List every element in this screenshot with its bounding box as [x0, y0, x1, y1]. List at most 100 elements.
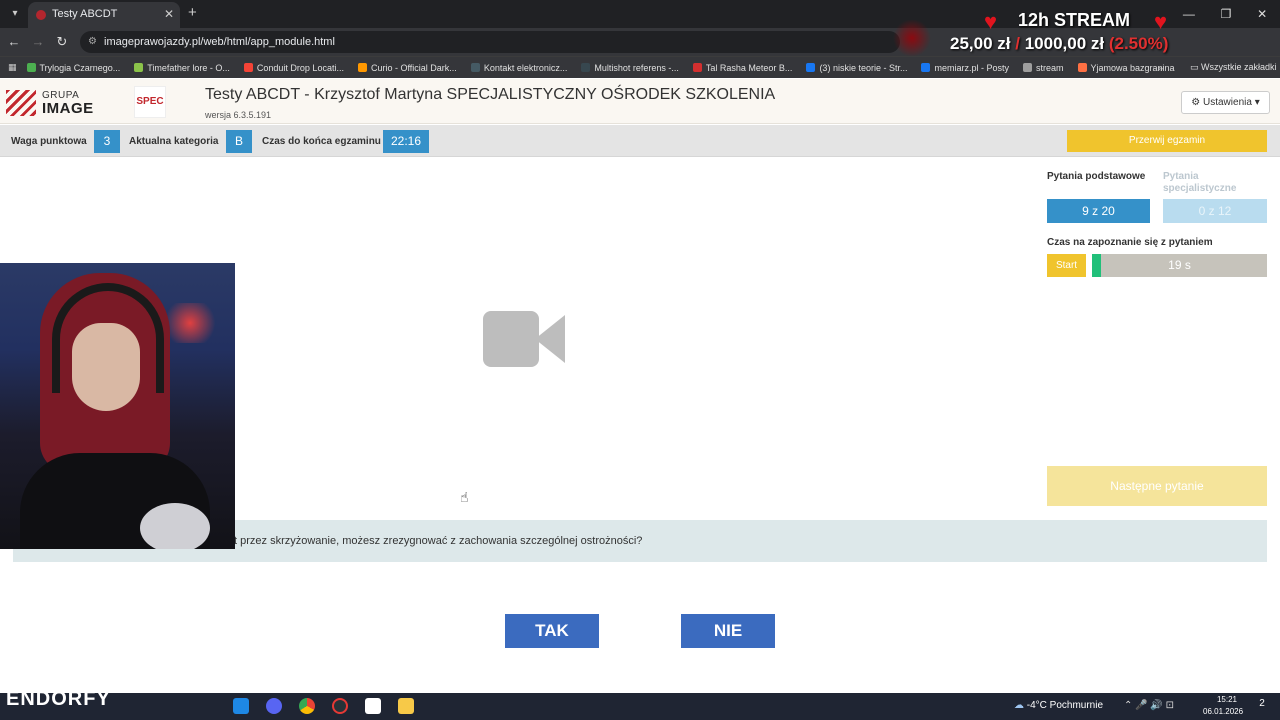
- basic-questions-label: Pytania podstawowe: [1047, 171, 1146, 182]
- notifications-icon[interactable]: 2: [1252, 698, 1272, 714]
- bookmark-label: stream: [1035, 62, 1064, 73]
- endorfy-logo: ENDORFY: [6, 688, 111, 710]
- caret-down-icon: ▾: [1254, 97, 1260, 108]
- bookmark-label: memiarz.pl - Posty: [934, 62, 1009, 73]
- system-tray[interactable]: ⌃ 🎤 🔊 ⊡: [1124, 700, 1174, 711]
- category-label: Aktualna kategoria: [129, 136, 219, 147]
- bookmark-item[interactable]: Curio - Official Dark...: [357, 62, 457, 73]
- volume-icon[interactable]: 🔊: [1150, 700, 1162, 711]
- bookmark-item[interactable]: Conduit Drop Locati...: [243, 62, 344, 73]
- discord-icon[interactable]: [266, 698, 282, 714]
- headphones-icon: [52, 283, 164, 393]
- bookmark-item[interactable]: Kontakt elektronicz...: [470, 62, 568, 73]
- time-left-label: Czas do końca egzaminu: [262, 136, 381, 147]
- bookmark-favicon-icon: [806, 63, 816, 72]
- bookmark-favicon-icon: [26, 63, 36, 72]
- hand-cursor-icon: ☝: [460, 489, 469, 505]
- all-bookmarks-label: Wszystkie zakładki: [1201, 62, 1277, 72]
- video-camera-icon: [483, 311, 565, 367]
- more-bookmarks-icon[interactable]: »: [1158, 63, 1163, 73]
- app-icon[interactable]: [365, 698, 381, 714]
- bookmark-label: Conduit Drop Locati...: [256, 62, 344, 73]
- site-info-icon[interactable]: ⚙: [88, 31, 97, 53]
- bookmark-item[interactable]: Multishot referens -...: [581, 63, 679, 73]
- tab-title: Testy ABCDT: [52, 8, 118, 20]
- obs-icon[interactable]: [332, 698, 348, 714]
- specialist-questions-label: Pytania specjalistyczne: [1163, 171, 1237, 194]
- chrome-icon[interactable]: [299, 698, 315, 714]
- settings-label: Ustawienia: [1203, 97, 1252, 108]
- bookmark-favicon-icon: [692, 63, 702, 72]
- stream-percent: (2.50%): [1108, 34, 1169, 53]
- back-icon[interactable]: ←: [6, 34, 22, 50]
- notifications-count: 2: [1259, 698, 1265, 709]
- file-explorer-icon[interactable]: [398, 698, 414, 714]
- bookmark-label: Trylogia Czarnego...: [39, 62, 121, 73]
- stream-title: 12h STREAM: [1018, 10, 1131, 30]
- clock-time[interactable]: 15:21: [1212, 695, 1242, 704]
- overlay-glow: [892, 20, 932, 56]
- time-left-value: 22:16: [383, 130, 429, 153]
- next-question-button[interactable]: Następne pytanie: [1047, 466, 1267, 506]
- all-bookmarks-folder[interactable]: ▭ Wszystkie zakładki: [1190, 62, 1277, 73]
- microphone-icon[interactable]: 🎤: [1135, 700, 1147, 711]
- clock-date[interactable]: 06.01.2026: [1203, 707, 1243, 716]
- webcam-object: [140, 503, 210, 549]
- tray-chevron-icon[interactable]: ⌃: [1124, 700, 1132, 711]
- no-answer-button[interactable]: NIE: [681, 614, 775, 648]
- bookmark-item[interactable]: Tal Rasha Meteor B...: [692, 62, 793, 73]
- bookmark-item[interactable]: Timefather lore - O...: [134, 63, 230, 73]
- bookmark-item[interactable]: memiarz.pl - Posty: [921, 63, 1009, 73]
- bookmark-item[interactable]: (3) niskie teorie - Str...: [806, 63, 907, 73]
- stream-amount-current: 25,00 zł: [950, 34, 1011, 53]
- webcam-overlay: [0, 263, 235, 549]
- network-icon[interactable]: ⊡: [1166, 700, 1174, 711]
- folder-icon: ▭: [1190, 62, 1199, 72]
- bookmark-item[interactable]: stream: [1022, 62, 1064, 73]
- bookmark-label: Tal Rasha Meteor B...: [705, 62, 793, 73]
- new-tab-icon[interactable]: +: [188, 4, 204, 22]
- bookmark-item[interactable]: Trylogia Czarnego...: [26, 62, 121, 73]
- stream-amount-separator: /: [1015, 34, 1020, 53]
- bookmark-label: Kontakt elektronicz...: [483, 62, 568, 73]
- yes-answer-button[interactable]: TAK: [505, 614, 599, 648]
- stream-amount: 25,00 zł / 1000,00 zł (2.50%): [950, 34, 1168, 54]
- stream-overlay: ♥ 12h STREAM ♥ 25,00 zł / 1000,00 zł (2.…: [892, 6, 1232, 56]
- start-badge[interactable]: Start: [1047, 254, 1086, 277]
- bookmark-favicon-icon: [1022, 63, 1032, 72]
- heart-icon: ♥: [984, 9, 998, 34]
- spec-logo: SPEC: [134, 86, 166, 118]
- close-window-icon[interactable]: ✕: [1257, 0, 1267, 28]
- weather-widget[interactable]: ☁ -4°C Pochmurnie: [1014, 700, 1103, 711]
- tab-favicon-icon: [36, 10, 46, 20]
- apps-grid-icon[interactable]: ▦: [8, 62, 17, 73]
- reading-time-label: Czas na zapoznanie się z pytaniem: [1047, 237, 1213, 248]
- bookmark-favicon-icon: [357, 63, 367, 72]
- tab-close-icon[interactable]: ✕: [164, 7, 174, 21]
- tab-search-icon[interactable]: ▾: [6, 5, 24, 23]
- specialist-questions-count: 0 z 12: [1163, 199, 1267, 223]
- bookmark-favicon-icon: [1077, 63, 1087, 72]
- url-input[interactable]: ⚙ imageprawojazdy.pl/web/html/app_module…: [80, 31, 900, 53]
- bookmark-favicon-icon: [581, 63, 591, 72]
- logo-text-big: IMAGE: [42, 100, 94, 117]
- grupa-image-logo: GRUPA IMAGE: [6, 90, 96, 118]
- stop-exam-button[interactable]: Przerwij egzamin: [1067, 130, 1267, 152]
- copilot-icon[interactable]: [233, 698, 249, 714]
- bookmark-label: (3) niskie teorie - Str...: [819, 62, 908, 73]
- reload-icon[interactable]: ↻: [54, 34, 70, 50]
- heart-icon: ♥: [1154, 9, 1168, 34]
- weather-text: -4°C Pochmurnie: [1026, 700, 1104, 711]
- bookmark-favicon-icon: [134, 63, 144, 72]
- bookmark-label: Curio - Official Dark...: [370, 62, 457, 73]
- category-value: B: [226, 130, 252, 153]
- question-text: t przez skrzyżowanie, możesz zrezygnować…: [234, 535, 643, 547]
- browser-tab[interactable]: Testy ABCDT ✕: [28, 2, 180, 28]
- bookmark-favicon-icon: [243, 63, 253, 72]
- url-text: imageprawojazdy.pl/web/html/app_module.h…: [104, 36, 335, 48]
- bookmark-label: Timefather lore - O...: [147, 62, 230, 73]
- reading-timer-bar: 19 s: [1092, 254, 1267, 277]
- settings-button[interactable]: ⚙ Ustawienia ▾: [1181, 91, 1270, 114]
- forward-icon[interactable]: →: [30, 34, 46, 50]
- bookmark-favicon-icon: [470, 63, 480, 72]
